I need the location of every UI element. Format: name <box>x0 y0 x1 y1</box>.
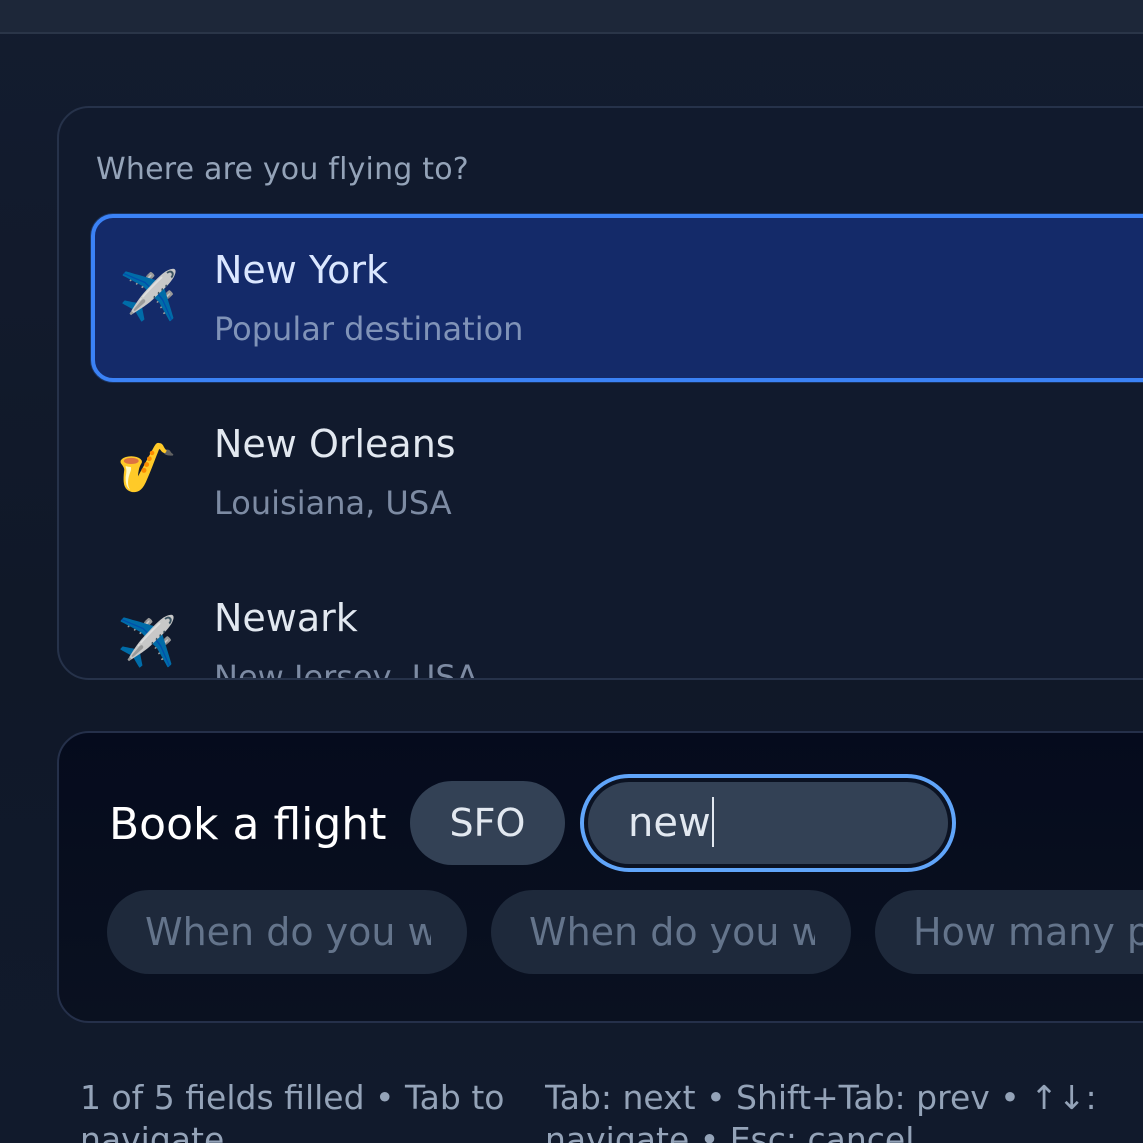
depart-date-field[interactable]: When do you w <box>107 890 467 974</box>
page: Where are you flying to? ✈️ New York Pop… <box>0 0 1143 1143</box>
suggestions-heading: Where are you flying to? <box>96 152 469 187</box>
saxophone-icon: 🎷 <box>117 440 177 496</box>
suggestion-subtitle: Louisiana, USA <box>214 484 452 522</box>
suggestion-subtitle: New Jersey, USA <box>214 658 479 680</box>
destination-input-value: new <box>628 800 711 846</box>
passengers-field[interactable]: How many p <box>875 890 1143 974</box>
top-bar <box>0 0 1143 34</box>
airplane-icon: ✈️ <box>117 614 177 670</box>
keyboard-hint: Tab: next • Shift+Tab: prev • ↑↓: naviga… <box>545 1078 1097 1143</box>
booking-card: Book a flight SFO new When do you w When… <box>57 731 1143 1023</box>
destination-suggestions: Where are you flying to? ✈️ New York Pop… <box>57 106 1143 680</box>
destination-input-field[interactable]: new <box>588 782 948 864</box>
suggestion-new-york[interactable]: ✈️ New York Popular destination <box>91 214 1143 382</box>
progress-hint: 1 of 5 fields filled • Tab to navigate <box>80 1078 505 1143</box>
suggestion-title: New Orleans <box>214 422 456 466</box>
suggestion-newark[interactable]: ✈️ Newark New Jersey, USA <box>91 562 1143 680</box>
suggestion-subtitle: Popular destination <box>214 310 524 348</box>
origin-chip[interactable]: SFO <box>410 781 565 865</box>
suggestion-title: New York <box>214 248 389 292</box>
destination-input[interactable]: new <box>580 774 956 872</box>
suggestion-title: Newark <box>214 596 358 640</box>
airplane-icon: ✈️ <box>119 268 179 324</box>
text-caret <box>711 797 714 847</box>
suggestion-new-orleans[interactable]: 🎷 New Orleans Louisiana, USA <box>91 388 1143 556</box>
booking-title: Book a flight <box>109 799 387 850</box>
return-date-field[interactable]: When do you w <box>491 890 851 974</box>
depart-date-placeholder: When do you w <box>145 910 431 954</box>
return-date-placeholder: When do you w <box>529 910 815 954</box>
passengers-placeholder: How many p <box>913 910 1143 954</box>
